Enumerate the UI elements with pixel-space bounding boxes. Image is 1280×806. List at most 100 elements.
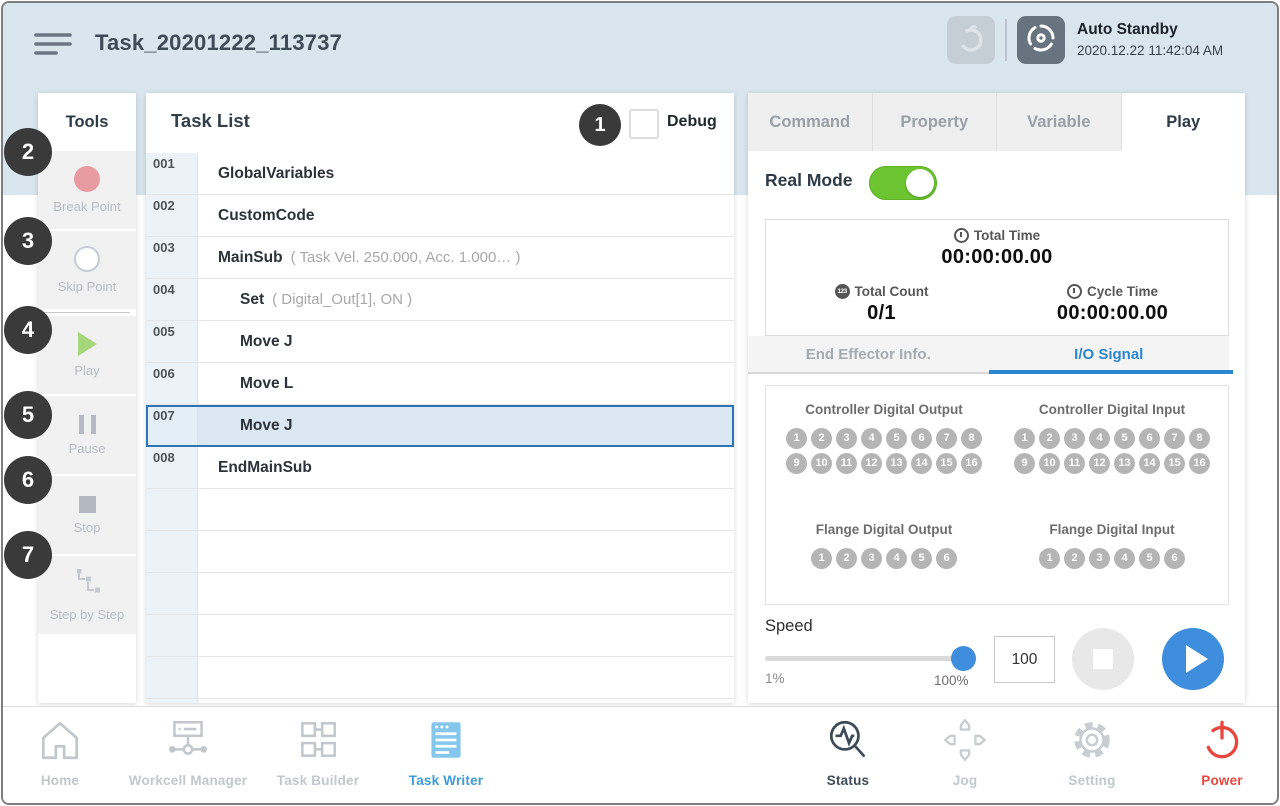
task-row[interactable]: 006 Move L (146, 363, 734, 405)
task-list-header: Task List Debug (146, 93, 734, 154)
subtab-io-signal[interactable]: I/O Signal (989, 336, 1230, 372)
io-group-title: Flange Digital Input (1004, 522, 1220, 537)
tab-command[interactable]: Command (748, 93, 873, 151)
task-row-empty[interactable] (146, 615, 734, 657)
io-dot-16: 16 (1189, 453, 1210, 474)
speed-input[interactable] (994, 636, 1055, 683)
io-dot-4: 4 (886, 548, 907, 569)
step-by-step-label: Step by Step (50, 607, 124, 622)
task-row-selected[interactable]: 007 Move J (146, 405, 734, 447)
task-row[interactable]: 001 GlobalVariables (146, 153, 734, 195)
hamburger-menu-icon[interactable] (33, 30, 73, 60)
tab-variable[interactable]: Variable (997, 93, 1122, 151)
real-mode-toggle[interactable] (869, 166, 937, 200)
subtab-end-effector[interactable]: End Effector Info. (748, 336, 989, 372)
io-dot-6: 6 (1139, 428, 1160, 449)
io-dot-5: 5 (1114, 428, 1135, 449)
callout-6: 6 (4, 456, 52, 504)
skip-point-button[interactable]: Skip Point (38, 231, 136, 309)
flange-digital-output: Flange Digital Output 123456 (776, 522, 992, 571)
task-row[interactable]: 003 MainSub( Task Vel. 250.000, Acc. 1.0… (146, 237, 734, 279)
cycle-time-label: Cycle Time (1087, 284, 1158, 299)
play-icon (78, 332, 97, 356)
jog-icon (941, 716, 989, 764)
command-param: ( Task Vel. 250.000, Acc. 1.000… ) (291, 249, 521, 266)
io-dot-8: 8 (1189, 428, 1210, 449)
speed-slider-knob[interactable] (951, 646, 976, 671)
task-row[interactable]: 008 EndMainSub (146, 447, 734, 489)
nav-workcell-manager[interactable]: Workcell Manager (113, 716, 263, 788)
task-list-panel: Task List Debug 001 GlobalVariables 002 … (146, 93, 734, 703)
nav-setting[interactable]: Setting (1017, 716, 1167, 788)
title-bar: Task_20201222_113737 (3, 3, 1277, 89)
io-dot-5: 5 (911, 548, 932, 569)
tab-property[interactable]: Property (873, 93, 998, 151)
task-row[interactable]: 002 CustomCode (146, 195, 734, 237)
task-writer-icon (422, 716, 470, 764)
pause-label: Pause (69, 441, 106, 456)
tools-divider (44, 312, 130, 313)
robot-status: Auto Standby 2020.12.22 11:42:04 AM (1077, 19, 1223, 61)
row-number: 002 (146, 195, 198, 236)
row-number: 008 (146, 447, 198, 488)
io-dot-2: 2 (1039, 428, 1060, 449)
command-name: Move L (240, 375, 293, 393)
task-row-empty[interactable] (146, 699, 734, 703)
toggle-knob (906, 169, 934, 197)
command-name: EndMainSub (218, 459, 312, 477)
stop-tool-label: Stop (74, 520, 101, 535)
task-row[interactable]: 004 Set( Digital_Out[1], ON ) (146, 279, 734, 321)
io-dot-7: 7 (936, 428, 957, 449)
callout-2: 2 (4, 128, 52, 176)
io-dot-3: 3 (1064, 428, 1085, 449)
io-dot-12: 12 (861, 453, 882, 474)
callout-1: 1 (579, 104, 621, 146)
callout-5: 5 (4, 391, 52, 439)
task-row-empty[interactable] (146, 573, 734, 615)
play-tool-label: Play (74, 363, 99, 378)
stop-run-button[interactable] (1072, 628, 1134, 690)
command-name: Move J (240, 417, 293, 435)
io-dot-6: 6 (911, 428, 932, 449)
break-point-button[interactable]: Break Point (38, 151, 136, 229)
tab-play[interactable]: Play (1122, 93, 1246, 151)
controller-digital-input: Controller Digital Input 123456789101112… (1004, 402, 1220, 476)
task-row[interactable]: 005 Move J (146, 321, 734, 363)
play-tool-button[interactable]: Play (38, 316, 136, 394)
callout-4: 4 (4, 306, 52, 354)
cycle-time-value: 00:00:00.00 (997, 302, 1228, 325)
io-dot-1: 1 (811, 548, 832, 569)
play-run-button[interactable] (1162, 628, 1224, 690)
row-number: 006 (146, 363, 198, 404)
skip-point-icon (74, 246, 100, 272)
pause-button[interactable]: Pause (38, 396, 136, 474)
row-number: 005 (146, 321, 198, 362)
command-name: GlobalVariables (218, 165, 334, 183)
row-number: 001 (146, 153, 198, 194)
workcell-manager-icon (164, 716, 212, 764)
command-name: MainSub (218, 249, 283, 267)
total-count-box: 123Total Count 0/1 (765, 276, 998, 336)
step-by-step-icon (72, 569, 102, 600)
io-dot-11: 11 (1064, 453, 1085, 474)
nav-power-label: Power (1147, 773, 1279, 788)
task-row-empty[interactable] (146, 657, 734, 699)
io-dot-14: 14 (911, 453, 932, 474)
debug-checkbox[interactable] (629, 109, 659, 139)
io-dot-3: 3 (861, 548, 882, 569)
gripper-button[interactable] (947, 16, 995, 64)
total-time-label: Total Time (974, 228, 1040, 243)
step-by-step-button[interactable]: Step by Step (38, 556, 136, 634)
nav-task-writer[interactable]: Task Writer (371, 716, 521, 788)
task-row-empty[interactable] (146, 489, 734, 531)
nav-task-writer-label: Task Writer (371, 773, 521, 788)
task-row-empty[interactable] (146, 531, 734, 573)
speed-slider-track[interactable] (765, 656, 971, 661)
detail-panel: Command Property Variable Play Real Mode… (748, 93, 1245, 703)
stop-tool-button[interactable]: Stop (38, 476, 136, 554)
io-dot-2: 2 (1064, 548, 1085, 569)
io-dot-13: 13 (886, 453, 907, 474)
auto-mode-button[interactable] (1017, 16, 1065, 64)
nav-power[interactable]: Power (1147, 716, 1279, 788)
break-point-icon (74, 166, 100, 192)
